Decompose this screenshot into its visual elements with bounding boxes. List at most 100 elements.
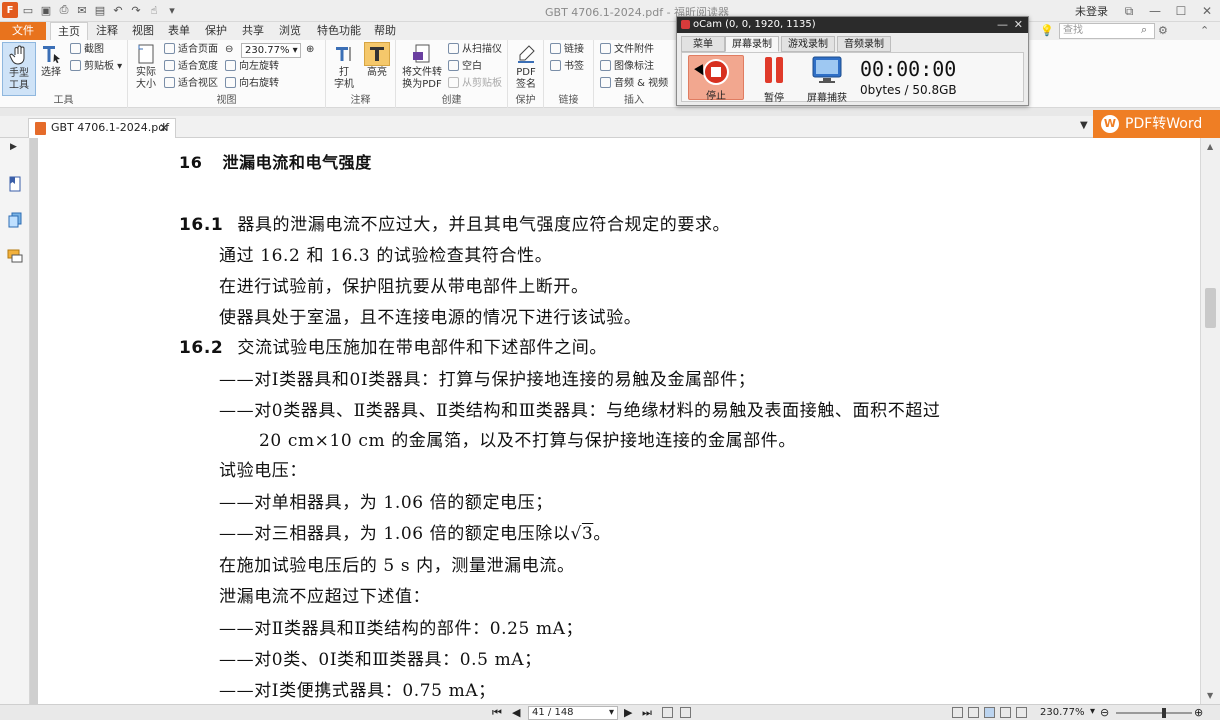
ocam-stop-button[interactable]: 停止 [688,55,744,102]
page-dropdown-icon[interactable]: ▾ [609,707,614,719]
select-tool-button[interactable]: 选择 [38,42,64,79]
page-mode-icon[interactable] [662,707,673,718]
maximize-button[interactable]: ☐ [1168,0,1194,22]
restore-layout-icon[interactable]: ⧉ [1116,0,1142,22]
tab-comment[interactable]: 注释 [90,22,124,40]
blank-button[interactable]: 空白 [448,59,482,74]
status-zoom-in-icon[interactable]: ⊕ [1194,706,1203,719]
tab-share[interactable]: 共享 [238,22,268,40]
tab-file[interactable]: 文件 [0,22,46,40]
from-clipboard-button[interactable]: 从剪贴板 [448,76,502,91]
save-icon[interactable]: ▣ [38,2,54,18]
ocam-capture-button[interactable]: 屏幕捕获 [802,55,852,104]
from-scanner-button[interactable]: 从扫描仪 [448,42,502,57]
zoom-level-select[interactable]: 230.77% ▾ [241,43,301,58]
doc-line-text: 试验电压： [219,461,307,481]
zoom-out-icon[interactable]: ⊖ [225,42,233,57]
minimize-button[interactable]: — [1142,0,1168,22]
typewriter-button[interactable]: 打 字机 [330,42,358,91]
zoom-dropdown-icon[interactable]: ▾ [1090,706,1095,717]
hand-tool-icon[interactable]: ☝ [146,2,162,18]
link-button[interactable]: 链接 [550,42,584,57]
convert-to-pdf-button[interactable]: 将文件转 换为PDF [400,42,444,91]
facing-view-icon[interactable] [984,707,995,718]
page-number-input[interactable]: 41 / 148 ▾ [528,706,618,720]
new-icon[interactable]: ▤ [92,2,108,18]
tab-help[interactable]: 帮助 [370,22,400,40]
next-page-icon[interactable]: ▶ [624,706,632,719]
tab-features[interactable]: 特色功能 [313,22,365,40]
tab-list-dropdown-icon[interactable]: ▼ [1080,120,1088,131]
clipboard-button[interactable]: 剪贴板 ▾ [70,59,122,74]
vertical-scrollbar[interactable]: ▲ ▼ [1200,138,1220,704]
pages-panel-icon[interactable] [7,212,23,228]
ocam-tab-screen[interactable]: 屏幕录制 [725,36,779,52]
screenshot-button[interactable]: 截图 [70,42,104,57]
fit-icon[interactable] [680,707,691,718]
bookmark-button[interactable]: 书签 [550,59,584,74]
doc-line: ——对Ⅰ类器具和0Ⅰ类器具：打算与保护接地连接的易触及金属部件； [219,365,755,390]
file-attachment-button[interactable]: 文件附件 [600,42,654,57]
tab-protect[interactable]: 保护 [201,22,231,40]
redo-icon[interactable]: ↷ [128,2,144,18]
customize-qa-icon[interactable]: ▾ [164,2,180,18]
close-button[interactable]: ✕ [1194,0,1220,22]
section-heading-number: 16 [179,153,203,172]
hand-tool-button[interactable]: 手型 工具 [2,42,36,96]
prev-page-icon[interactable]: ◀ [512,706,520,719]
search-icon[interactable]: ⌕ [1141,23,1147,37]
comments-panel-icon[interactable] [7,248,23,264]
pdf-sign-button[interactable]: PDF 签名 [511,42,541,91]
login-link[interactable]: 未登录 [1067,3,1116,19]
scroll-thumb[interactable] [1205,288,1216,328]
ocam-tabs: 菜单 屏幕录制 游戏录制 音频录制 [677,34,1028,52]
tab-home[interactable]: 主页 [50,22,88,40]
scroll-up-icon[interactable]: ▲ [1207,142,1213,151]
close-tab-icon[interactable]: ✕ [159,119,169,137]
scroll-down-icon[interactable]: ▼ [1207,691,1213,700]
pdf-to-word-icon: W [1101,115,1119,133]
image-annotation-button[interactable]: 图像标注 [600,59,654,74]
expand-panel-icon[interactable]: ▶ [10,142,17,152]
single-page-view-icon[interactable] [952,707,963,718]
collapse-ribbon-icon[interactable]: ⌃ [1200,24,1209,37]
section-heading-text: 泄漏电流和电气强度 [222,153,372,172]
tab-form[interactable]: 表单 [164,22,194,40]
zoom-slider[interactable] [1116,708,1192,718]
tab-browse[interactable]: 浏览 [275,22,305,40]
zoom-in-icon[interactable]: ⊕ [306,42,314,57]
pdf-to-word-button[interactable]: W PDF转Word [1093,110,1220,138]
highlight-button[interactable]: 高亮 [362,42,392,79]
print-icon[interactable]: ⎙ [56,2,72,18]
ocam-tab-audio[interactable]: 音频录制 [837,36,891,52]
ocam-tab-game[interactable]: 游戏录制 [781,36,835,52]
zoom-slider-knob[interactable] [1162,708,1166,718]
actual-size-button[interactable]: 实际 大小 [132,42,160,91]
bookmarks-panel-icon[interactable] [7,176,23,192]
continuous-facing-view-icon[interactable] [1000,707,1011,718]
fit-width-button[interactable]: 适合宽度 [164,59,218,74]
ocam-minimize-button[interactable]: — [997,17,1008,33]
audio-video-button[interactable]: 音频 & 视频 [600,76,668,91]
status-zoom-out-icon[interactable]: ⊖ [1100,706,1109,719]
rotate-left-button[interactable]: 向左旋转 [225,59,279,74]
status-zoom[interactable]: 230.77% [1040,707,1085,718]
tab-view[interactable]: 视图 [128,22,158,40]
open-icon[interactable]: ▭ [20,2,36,18]
ocam-close-button[interactable]: ✕ [1014,17,1023,33]
page-gutter [30,138,38,704]
ocam-pause-button[interactable]: 暂停 [754,55,794,104]
ocam-tab-menu[interactable]: 菜单 [681,36,725,52]
rotate-right-button[interactable]: 向右旋转 [225,76,279,91]
fullscreen-icon[interactable] [1016,707,1027,718]
continuous-view-icon[interactable] [968,707,979,718]
first-page-icon[interactable]: ⏮ [492,706,502,720]
document-tab[interactable]: GBT 4706.1-2024.pdf ✕ [28,118,176,138]
tell-me-icon[interactable]: 💡 [1040,24,1054,37]
fit-view-button[interactable]: 适合视区 [164,76,218,91]
email-icon[interactable]: ✉ [74,2,90,18]
fit-page-button[interactable]: 适合页面 [164,42,218,57]
undo-icon[interactable]: ↶ [110,2,126,18]
gear-icon[interactable]: ⚙ [1158,24,1168,37]
last-page-icon[interactable]: ⏭ [642,706,652,720]
